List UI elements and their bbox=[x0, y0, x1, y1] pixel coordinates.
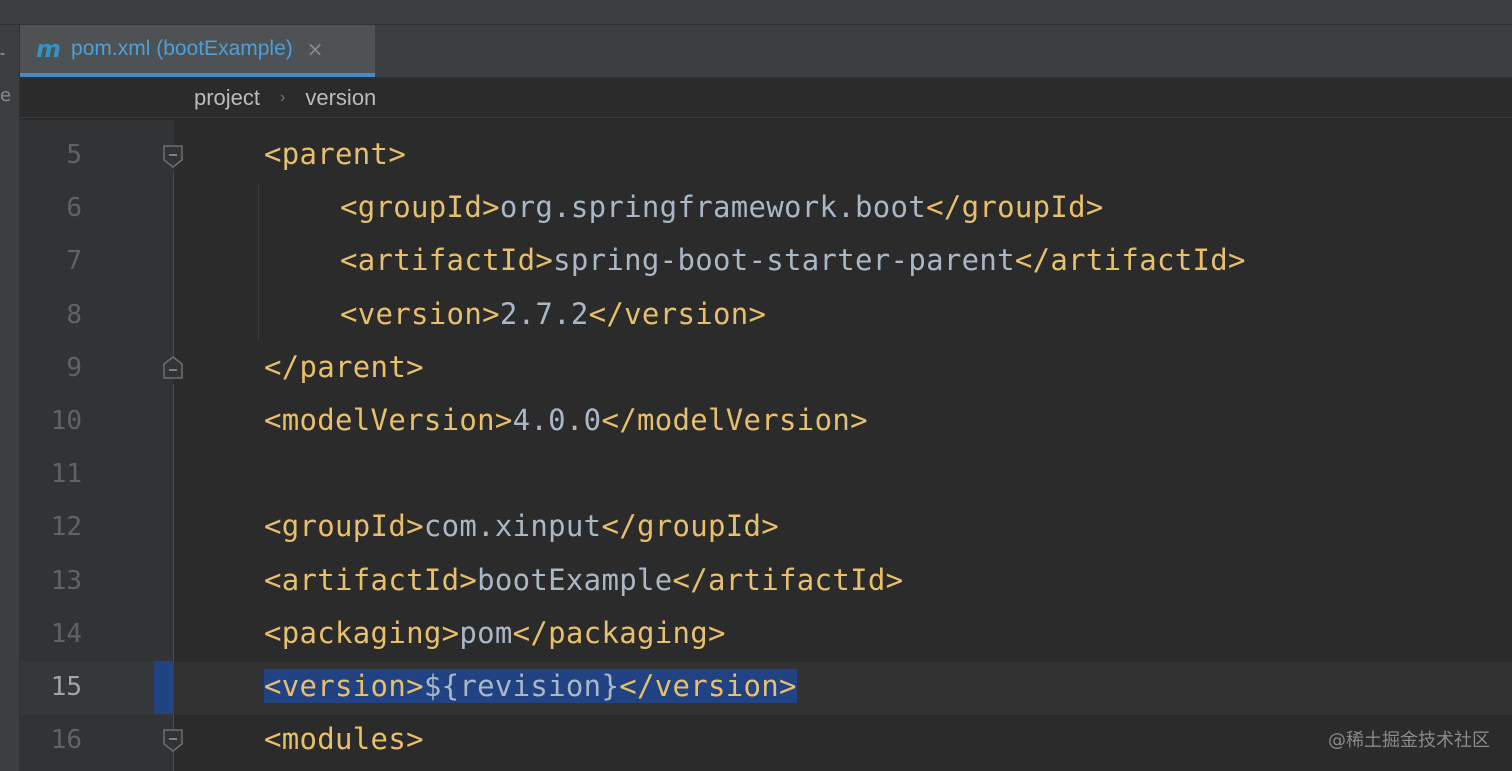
xml-value: org.springframework.boot bbox=[499, 190, 927, 224]
code-text: <groupId>org.springframework.boot</group… bbox=[340, 193, 1104, 222]
tool-window-label[interactable]: e bbox=[0, 87, 11, 105]
line-number: 15 bbox=[50, 672, 82, 702]
line-number: 16 bbox=[50, 725, 82, 755]
code-line[interactable]: 6 <groupId>org.springframework.boot</grou… bbox=[0, 183, 1512, 236]
code-line[interactable]: 14 <packaging>pom</packaging> bbox=[0, 609, 1512, 662]
xml-open-tag: </parent> bbox=[264, 350, 424, 384]
code-line[interactable]: 12 <groupId>com.xinput</groupId> bbox=[0, 502, 1512, 555]
code-text: <version>${revision}</version> bbox=[264, 669, 797, 703]
breadcrumb-item-project[interactable]: project bbox=[194, 85, 260, 111]
watermark: @稀土掘金技术社区 bbox=[1328, 730, 1490, 751]
tab-title: pom.xml (bootExample) bbox=[71, 37, 293, 60]
code-text: <modules> bbox=[264, 725, 424, 754]
code-line[interactable]: 13 <artifactId>bootExample</artifactId> bbox=[0, 556, 1512, 609]
code-line[interactable]: 16 <modules> bbox=[0, 715, 1512, 768]
code-line[interactable]: 10 <modelVersion>4.0.0</modelVersion> bbox=[0, 396, 1512, 449]
code-content: <modules> bbox=[264, 722, 424, 756]
line-number: 11 bbox=[50, 459, 82, 489]
code-text: <modelVersion>4.0.0</modelVersion> bbox=[264, 406, 868, 435]
xml-open-tag: <artifactId> bbox=[264, 563, 478, 597]
xml-open-tag: <groupId> bbox=[264, 509, 424, 543]
xml-open-tag: <modelVersion> bbox=[264, 403, 513, 437]
code-text: <packaging>pom</packaging> bbox=[264, 619, 726, 648]
code-content: </parent> bbox=[264, 350, 424, 384]
code-content: <parent> bbox=[264, 137, 406, 171]
xml-open-tag: <version> bbox=[340, 297, 500, 331]
code-line[interactable]: 5 <parent> bbox=[0, 130, 1512, 183]
tab-pom-xml[interactable]: m pom.xml (bootExample) × bbox=[20, 25, 375, 77]
code-content: <version>2.7.2</version> bbox=[340, 297, 766, 331]
code-text: <version>2.7.2</version> bbox=[340, 300, 766, 329]
xml-close-tag: </artifactId> bbox=[1014, 243, 1246, 277]
breadcrumb: project › version bbox=[20, 78, 1512, 118]
code-line[interactable]: 9 </parent> bbox=[0, 343, 1512, 396]
close-icon[interactable]: × bbox=[307, 37, 324, 61]
code-content: <packaging>pom</packaging> bbox=[264, 616, 726, 650]
maven-m-icon: m bbox=[36, 35, 62, 63]
code-line[interactable]: 7 <artifactId>spring-boot-starter-parent<… bbox=[0, 236, 1512, 289]
xml-close-tag: </packaging> bbox=[512, 616, 726, 650]
code-content: <groupId>com.xinput</groupId> bbox=[264, 509, 779, 543]
xml-close-tag: </groupId> bbox=[926, 190, 1104, 224]
line-number: 12 bbox=[50, 512, 82, 542]
line-number: 7 bbox=[66, 246, 82, 276]
xml-value: spring-boot-starter-parent bbox=[553, 243, 1015, 277]
current-line-marker bbox=[154, 661, 174, 714]
code-content: <groupId>org.springframework.boot</group… bbox=[340, 190, 1104, 224]
xml-value: ${revision} bbox=[423, 669, 620, 703]
code-content: <modelVersion>4.0.0</modelVersion> bbox=[264, 403, 868, 437]
code-text: <parent> bbox=[264, 140, 406, 169]
line-number: 5 bbox=[66, 140, 82, 170]
xml-close-tag: </modelVersion> bbox=[601, 403, 868, 437]
xml-close-tag: </version> bbox=[619, 669, 797, 703]
code-line[interactable]: 8 <version>2.7.2</version> bbox=[0, 290, 1512, 343]
text-selection: <version>${revision}</version> bbox=[264, 669, 797, 703]
breadcrumb-item-version[interactable]: version bbox=[305, 85, 376, 111]
window-title-bar bbox=[0, 0, 1512, 25]
code-line[interactable]: 15 <version>${revision}</version> bbox=[0, 662, 1512, 715]
xml-value: 2.7.2 bbox=[499, 297, 589, 331]
code-content: <artifactId>bootExample</artifactId> bbox=[264, 563, 903, 597]
xml-open-tag: <groupId> bbox=[340, 190, 500, 224]
line-number: 9 bbox=[66, 353, 82, 383]
xml-open-tag: <artifactId> bbox=[340, 243, 554, 277]
line-number: 6 bbox=[66, 193, 82, 223]
code-line[interactable]: 11 bbox=[0, 449, 1512, 502]
code-text: <artifactId>spring-boot-starter-parent</… bbox=[340, 246, 1246, 275]
collapse-handle[interactable]: - bbox=[0, 47, 5, 61]
fold-collapse-icon[interactable] bbox=[161, 144, 185, 168]
line-number: 13 bbox=[50, 566, 82, 596]
xml-open-tag: <packaging> bbox=[264, 616, 460, 650]
xml-value: com.xinput bbox=[423, 509, 602, 543]
code-text: <artifactId>bootExample</artifactId> bbox=[264, 566, 903, 595]
code-text: </parent> bbox=[264, 353, 424, 382]
xml-open-tag: <parent> bbox=[264, 137, 407, 171]
xml-value: pom bbox=[459, 616, 513, 650]
xml-close-tag: </groupId> bbox=[601, 509, 780, 543]
chevron-right-icon: › bbox=[280, 88, 286, 106]
fold-end-icon[interactable] bbox=[161, 356, 185, 380]
fold-collapse-icon[interactable] bbox=[161, 728, 185, 752]
line-number: 10 bbox=[50, 406, 82, 436]
code-text: <groupId>com.xinput</groupId> bbox=[264, 512, 779, 541]
xml-close-tag: </version> bbox=[588, 297, 767, 331]
xml-value: bootExample bbox=[477, 563, 673, 597]
xml-open-tag: <version> bbox=[264, 669, 424, 703]
line-number: 8 bbox=[66, 300, 82, 330]
code-content: <artifactId>spring-boot-starter-parent</… bbox=[340, 243, 1246, 277]
xml-open-tag: <modules> bbox=[264, 722, 424, 756]
xml-value: 4.0.0 bbox=[512, 403, 602, 437]
line-number: 14 bbox=[50, 619, 82, 649]
xml-close-tag: </artifactId> bbox=[672, 563, 904, 597]
